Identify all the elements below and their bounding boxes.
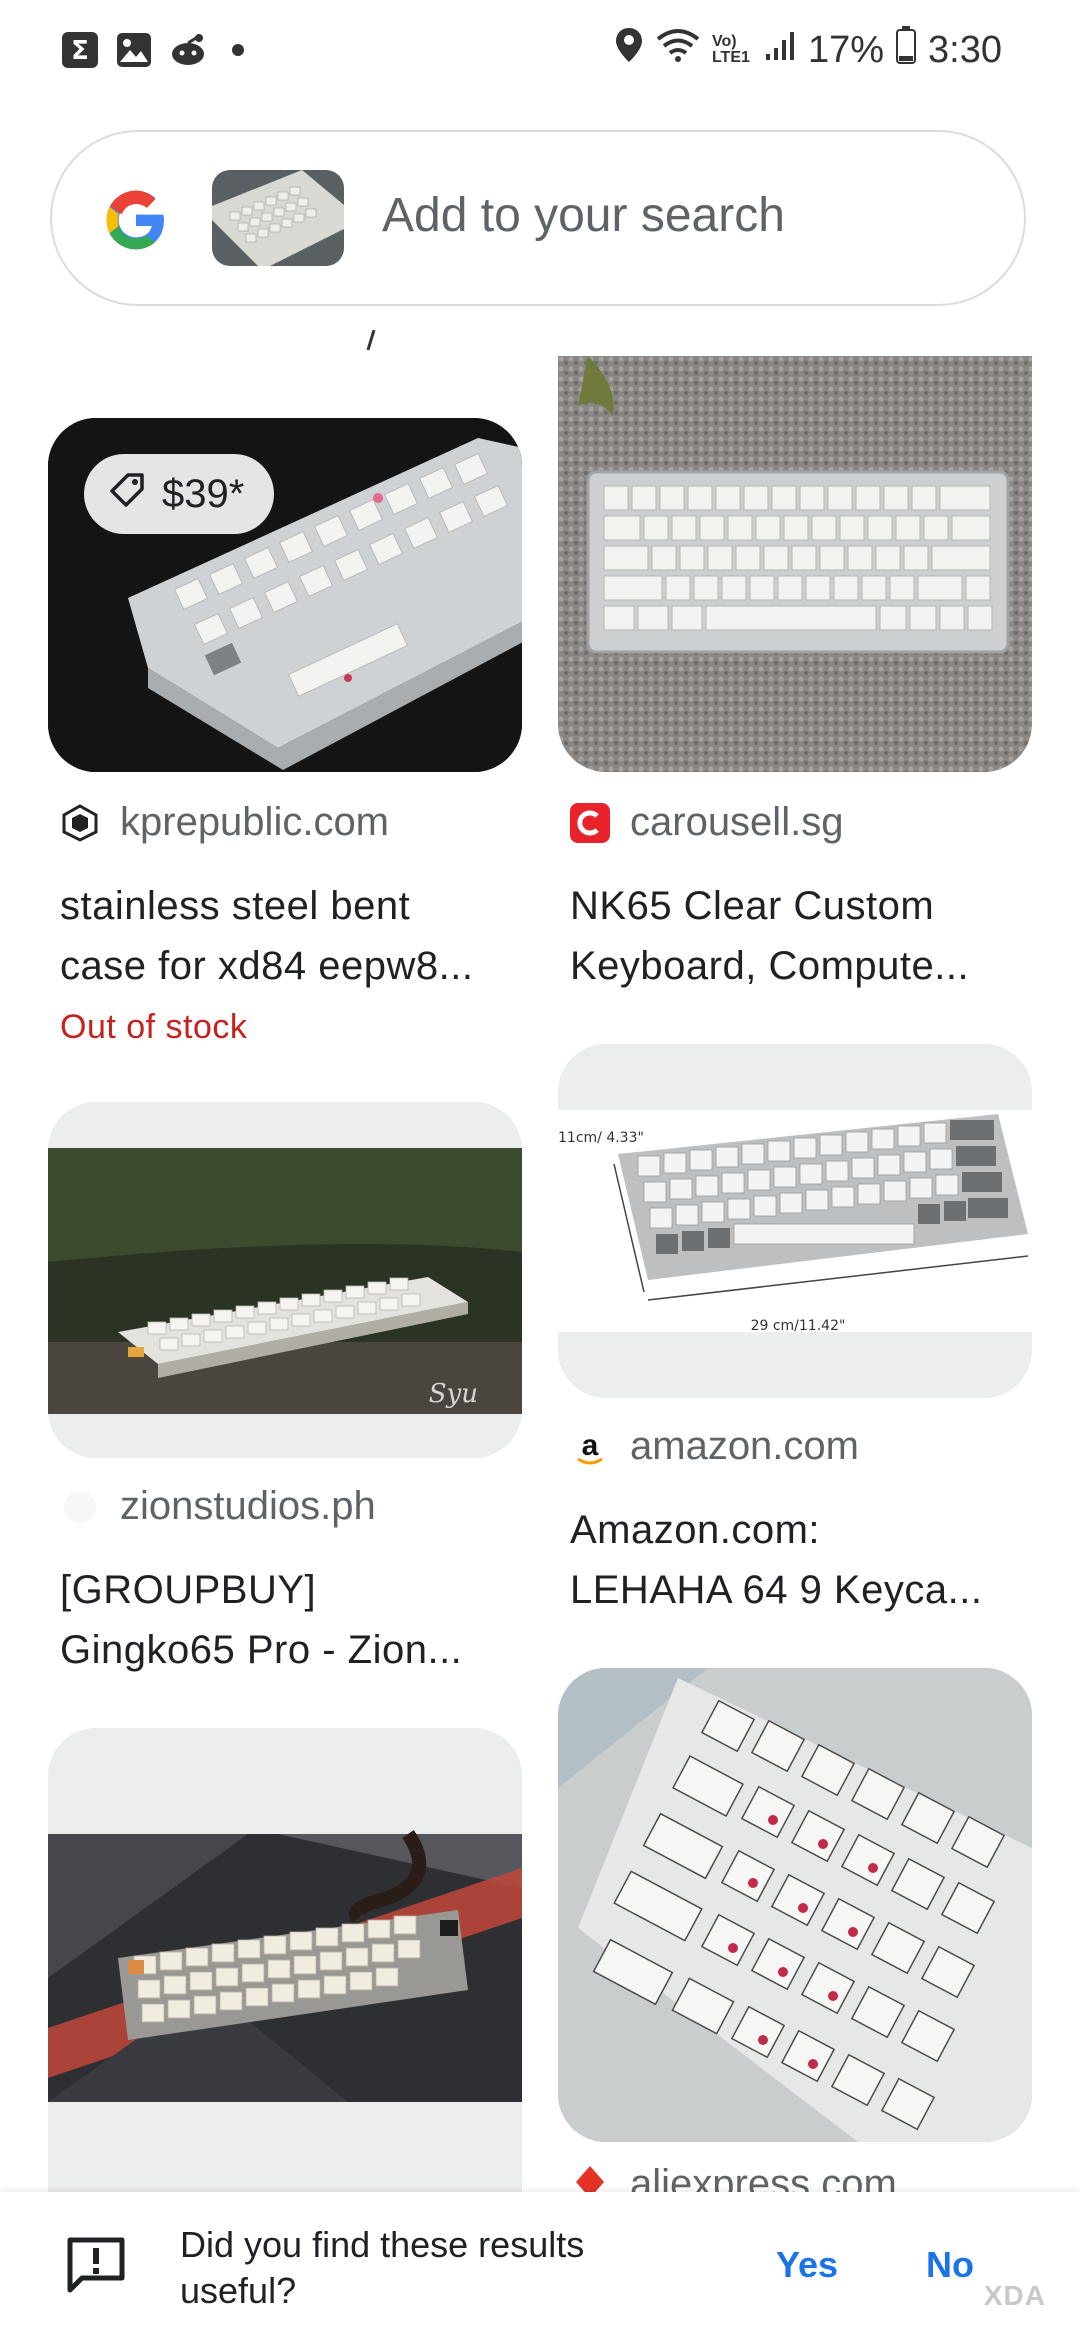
- title-line: Gingko65 Pro - Zion...: [60, 1628, 463, 1672]
- aliexpress-favicon-icon: [570, 2162, 610, 2192]
- result-title-carousell[interactable]: NK65 Clear Custom Keyboard, Compute...: [570, 876, 1040, 996]
- status-bar: Σ Vo) LTE1 17% 3:30: [0, 0, 1080, 104]
- result-source-aliexpress[interactable]: aliexpress.com: [570, 2162, 897, 2192]
- title-line: [GROUPBUY]: [60, 1568, 317, 1612]
- feedback-yes-button[interactable]: Yes: [776, 2244, 838, 2286]
- title-line: Amazon.com:: [570, 1508, 821, 1552]
- battery-percent: 17%: [807, 28, 885, 71]
- source-label: carousell.sg: [630, 800, 844, 844]
- result-image-zionstudios-2[interactable]: [48, 1728, 522, 2192]
- result-image-carousell[interactable]: [558, 356, 1032, 772]
- result-source-carousell[interactable]: carousell.sg: [570, 800, 843, 845]
- title-line: Keyboard, Compute...: [570, 944, 970, 988]
- volte-label: Vo) LTE1: [711, 33, 750, 66]
- title-line: stainless steel bent: [60, 884, 411, 928]
- result-image-kprepublic[interactable]: $39*: [48, 418, 522, 772]
- stock-status: Out of stock: [60, 1008, 248, 1046]
- result-title-kprepublic[interactable]: stainless steel bent case for xd84 eepw8…: [60, 876, 530, 996]
- battery-icon: [896, 26, 917, 74]
- title-line: case for xd84 eepw8...: [60, 944, 474, 988]
- feedback-question-line: useful?: [180, 2270, 297, 2311]
- google-logo-icon: [104, 188, 168, 252]
- kprepublic-favicon-icon: [60, 803, 100, 843]
- title-line: LEHAHA 64 9 Keyca...: [570, 1568, 983, 1612]
- price-tag-icon: [108, 469, 148, 519]
- image-dimension-label-height: 11cm/ 4.33": [558, 1130, 644, 1146]
- photo-signature-mark: Syu: [429, 1379, 478, 1409]
- result-source-kprepublic[interactable]: kprepublic.com: [60, 800, 389, 845]
- source-label: amazon.com: [630, 1424, 859, 1468]
- result-source-zionstudios[interactable]: zionstudios.ph: [60, 1484, 376, 1529]
- title-line: NK65 Clear Custom: [570, 884, 935, 928]
- svg-text:Σ: Σ: [71, 36, 89, 66]
- sigma-app-icon: Σ: [60, 30, 100, 70]
- cutoff-text-fragment: [360, 330, 380, 352]
- image-dimension-label-width: 29 cm/11.42": [751, 1318, 846, 1334]
- search-bar[interactable]: Add to your search: [50, 130, 1026, 306]
- result-source-amazon[interactable]: a amazon.com: [570, 1424, 859, 1469]
- result-title-zionstudios[interactable]: [GROUPBUY] Gingko65 Pro - Zion...: [60, 1560, 530, 1680]
- zionstudios-favicon-icon: [60, 1487, 100, 1527]
- wifi-icon: [656, 27, 700, 73]
- location-icon: [614, 26, 644, 74]
- feedback-question-line: Did you find these results: [180, 2224, 585, 2265]
- source-label: aliexpress.com: [630, 2162, 897, 2192]
- gallery-icon: [114, 30, 154, 70]
- clock: 3:30: [928, 28, 1002, 71]
- price-value: $39*: [162, 471, 245, 516]
- feedback-icon: [64, 2234, 128, 2298]
- price-tag: $39*: [84, 454, 275, 534]
- reddit-icon: [168, 30, 208, 70]
- result-image-amazon[interactable]: 11cm/ 4.33" 29 cm/11.42": [558, 1044, 1032, 1398]
- svg-text:a: a: [582, 1429, 599, 1462]
- feedback-no-button[interactable]: No: [926, 2244, 974, 2286]
- result-image-aliexpress[interactable]: [558, 1668, 1032, 2142]
- source-label: zionstudios.ph: [120, 1484, 376, 1528]
- feedback-question: Did you find these results useful?: [180, 2222, 660, 2314]
- result-title-amazon[interactable]: Amazon.com: LEHAHA 64 9 Keyca...: [570, 1500, 1040, 1620]
- feedback-bar: Did you find these results useful? Yes N…: [0, 2192, 1080, 2340]
- search-image-thumbnail[interactable]: [212, 170, 344, 266]
- search-placeholder[interactable]: Add to your search: [382, 188, 785, 243]
- amazon-favicon-icon: a: [570, 1427, 610, 1467]
- carousell-favicon-icon: [570, 802, 610, 843]
- source-label: kprepublic.com: [120, 800, 390, 844]
- signal-icon: [764, 29, 796, 72]
- result-image-zionstudios[interactable]: Syu: [48, 1102, 522, 1458]
- xda-watermark: XDA: [983, 2280, 1046, 2311]
- notification-dot: [232, 44, 244, 56]
